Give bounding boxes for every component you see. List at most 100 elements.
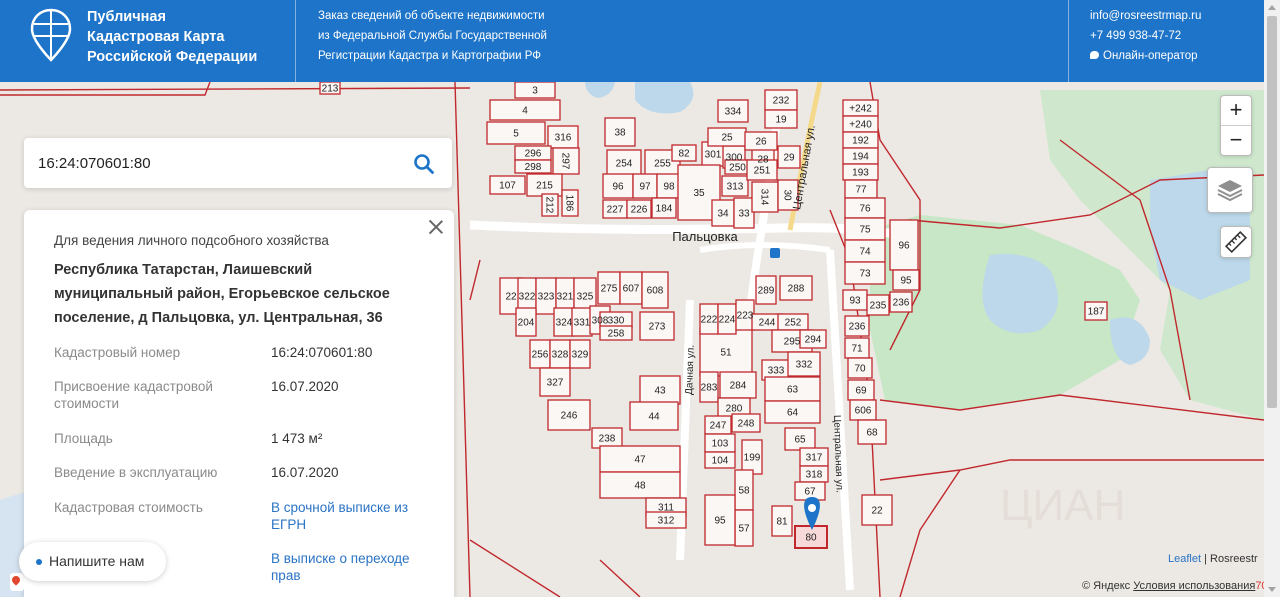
- parcel-label: 316: [555, 133, 572, 144]
- site-title-line: Публичная: [87, 9, 166, 25]
- parcel-label: 607: [623, 284, 640, 295]
- scroll-up-arrow-icon[interactable]: [1268, 5, 1276, 10]
- parcel-label: 25: [721, 133, 733, 144]
- yandex-copyright: © Яндекс: [1082, 580, 1131, 592]
- layers-button[interactable]: [1207, 167, 1253, 213]
- parcel-label: 298: [525, 162, 542, 173]
- zoom-out-button[interactable]: −: [1221, 126, 1251, 156]
- parcel-purpose: Для ведения личного подсобного хозяйства: [54, 233, 329, 248]
- parcel-label: 232: [773, 96, 790, 107]
- parcel-label: 193: [852, 168, 869, 179]
- parcel-label: 258: [608, 329, 625, 340]
- parcel-label: 64: [787, 408, 799, 419]
- parcel-label: 224: [719, 315, 736, 326]
- ruler-button[interactable]: [1220, 226, 1252, 258]
- scroll-down-arrow-icon[interactable]: [1268, 587, 1276, 592]
- parcel-label: 331: [574, 318, 591, 329]
- parcel-label: 192: [852, 136, 869, 147]
- rights-transfer-extract-link[interactable]: В выписке о переходе прав: [271, 550, 431, 584]
- parcel-label: 297: [560, 153, 571, 170]
- close-icon[interactable]: [428, 219, 444, 235]
- parcel-label: +242: [849, 104, 872, 115]
- street-label-central-south: Центральная ул.: [831, 415, 845, 493]
- parcel-label: 187: [1088, 307, 1105, 318]
- search-box: [24, 138, 452, 188]
- parcel-label: 19: [775, 115, 787, 126]
- parcel-label: 324: [556, 318, 573, 329]
- parcel-label: 44: [648, 412, 660, 423]
- search-input[interactable]: [38, 151, 408, 175]
- parcel-label: 3: [532, 86, 538, 97]
- description-line: из Федеральной Службы Государственной: [318, 30, 547, 42]
- parcel-label: 65: [794, 435, 806, 446]
- online-operator-link[interactable]: Онлайн-оператор: [1090, 46, 1201, 66]
- parcel-label: 255: [654, 159, 671, 170]
- parcel-label: 76: [859, 204, 871, 215]
- info-label: Кадастровый номер: [54, 345, 181, 360]
- leaflet-link[interactable]: Leaflet: [1168, 553, 1201, 565]
- urgent-extract-link[interactable]: В срочной выписке из ЕГРН: [271, 499, 431, 533]
- parcel-label: 236: [849, 322, 866, 333]
- parcel-label: 33: [738, 209, 750, 220]
- parcel-label: 256: [532, 350, 549, 361]
- info-label: Введение в эксплуатацию: [54, 465, 218, 480]
- parcel-label: 222: [701, 315, 718, 326]
- site-title-line: Российской Федерации: [87, 49, 258, 65]
- parcel-label: 26: [755, 137, 767, 148]
- chat-bubble-icon: [1090, 51, 1099, 59]
- parcel-label: 58: [738, 486, 750, 497]
- bus-stop-icon: [770, 248, 780, 258]
- emblem-logo-icon[interactable]: [30, 8, 72, 62]
- parcel-label: 212: [544, 197, 555, 214]
- write-to-us-button[interactable]: Напишите нам: [19, 542, 166, 581]
- search-icon[interactable]: [413, 153, 435, 175]
- parcel-label: 4: [522, 106, 528, 117]
- zoom-in-button[interactable]: +: [1221, 96, 1251, 126]
- parcel-label: 606: [855, 406, 872, 417]
- terms-of-use-link[interactable]: Условия использования: [1133, 580, 1255, 592]
- parcel-label: 247: [710, 421, 727, 432]
- parcel-label: 235: [870, 301, 887, 312]
- parcel-label: 75: [859, 225, 871, 236]
- parcel-label: 330: [608, 316, 625, 327]
- parcel-label: 93: [849, 296, 861, 307]
- parcel-label: 184: [656, 204, 673, 215]
- page-scrollbar[interactable]: [1264, 0, 1280, 597]
- parcel-label: 74: [859, 247, 871, 258]
- info-label: Площадь: [54, 431, 113, 446]
- parcel-label: +240: [849, 120, 872, 131]
- parcel-label: 608: [647, 286, 664, 297]
- phone-link[interactable]: +7 499 938-47-72: [1090, 26, 1201, 46]
- site-header: Публичная Кадастровая Карта Российской Ф…: [0, 0, 1264, 82]
- parcel-label: 35: [693, 188, 705, 199]
- info-value: 16:24:070601:80: [271, 345, 373, 360]
- rosreestr-attribution: | Rosreestr: [1204, 553, 1258, 565]
- parcel-label: 186: [564, 195, 575, 212]
- site-title[interactable]: Публичная Кадастровая Карта Российской Ф…: [87, 7, 257, 67]
- parcel-label: 289: [758, 286, 775, 297]
- zoom-control: + −: [1220, 95, 1252, 156]
- parcel-label: 47: [634, 455, 646, 466]
- parcel-label: 204: [518, 318, 535, 329]
- parcel-label: 226: [631, 205, 648, 216]
- scrollbar-thumb[interactable]: [1267, 16, 1277, 408]
- parcel-label: 97: [639, 182, 651, 193]
- parcel-label: 57: [738, 524, 750, 535]
- parcel-label: 244: [759, 318, 776, 329]
- parcel-label: 317: [806, 453, 823, 464]
- parcel-label: 223: [737, 311, 754, 322]
- pond: [585, 82, 615, 98]
- parcel-label: 322: [519, 292, 536, 303]
- parcel-label: 30: [782, 189, 793, 201]
- parcel-label: 22: [505, 292, 517, 303]
- parcel-label: 38: [614, 128, 626, 139]
- parcel-label: 77: [855, 185, 867, 196]
- info-value: 1 473 м²: [271, 431, 323, 446]
- parcel-label: 294: [805, 335, 822, 346]
- header-contacts: info@rosreestrmap.ru +7 499 938-47-72 Он…: [1090, 6, 1201, 66]
- layers-icon: [1217, 180, 1243, 202]
- email-link[interactable]: info@rosreestrmap.ru: [1090, 6, 1201, 26]
- parcel-label: 48: [634, 481, 646, 492]
- parcel-label: 275: [601, 284, 618, 295]
- parcel-label: 313: [727, 182, 744, 193]
